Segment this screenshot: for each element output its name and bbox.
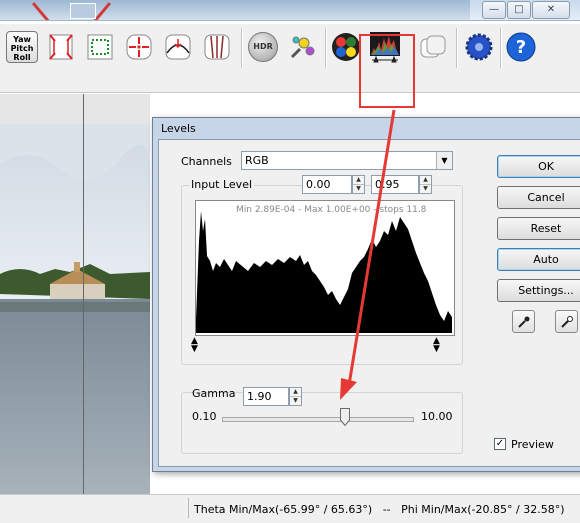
reset-button[interactable]: Reset	[497, 217, 580, 240]
status-theta-phi: Theta Min/Max(-65.99° / 65.63°) -- Phi M…	[194, 503, 565, 516]
vertical-lines-button[interactable]	[199, 29, 235, 65]
minimize-button[interactable]: —	[482, 1, 506, 19]
gamma-group	[181, 392, 463, 454]
channels-value: RGB	[245, 154, 269, 167]
titlebar-thumbnail	[0, 0, 470, 20]
hdr-icon: HDR	[248, 32, 278, 62]
toolbar-separator	[500, 28, 502, 68]
status-bar: Theta Min/Max(-65.99° / 65.63°) -- Phi M…	[0, 494, 580, 523]
color-picker-button[interactable]	[284, 29, 320, 65]
blend-button[interactable]	[415, 29, 451, 65]
close-button[interactable]: ✕	[532, 1, 570, 19]
toolbar-separator	[456, 28, 458, 68]
panorama-preview[interactable]	[0, 94, 150, 494]
toolbar-separator	[325, 28, 327, 68]
white-point-handle[interactable]: ▲ ▼	[433, 337, 440, 354]
eyedropper-icon	[560, 315, 573, 328]
white-pipette-button[interactable]	[555, 310, 578, 333]
gamma-field[interactable]: 1.90	[243, 387, 289, 406]
settings-button[interactable]: Settings...	[497, 279, 580, 302]
preview-label: Preview	[511, 438, 554, 451]
black-point-handle[interactable]: ▲ ▼	[191, 337, 198, 354]
gamma-label: Gamma	[192, 387, 236, 400]
eyedropper-icon	[517, 316, 529, 328]
channels-select[interactable]: RGB ▼	[241, 151, 453, 170]
maximize-button[interactable]: □	[507, 1, 531, 19]
input-max-field[interactable]: 0.95	[371, 175, 419, 194]
color-balance-icon	[332, 33, 360, 61]
straighten-horizon-button[interactable]	[160, 29, 196, 65]
help-button[interactable]: ?	[503, 29, 539, 65]
vertical-lines-icon	[204, 34, 230, 60]
color-picker-icon	[290, 36, 315, 59]
dialog-client: Channels RGB ▼ Input Level 0.00 ▲ ▼ 0.95 …	[158, 139, 580, 467]
status-divider	[188, 498, 189, 518]
histogram: Min 2.89E-04 - Max 1.00E+00 - stops 11.8	[195, 200, 455, 336]
blend-icon	[420, 35, 446, 58]
straighten-horizon-icon	[165, 34, 191, 60]
cancel-button[interactable]: Cancel	[497, 186, 580, 209]
black-pipette-button[interactable]	[512, 310, 535, 333]
titlebar-strip: — □ ✕	[0, 0, 580, 21]
center-point-icon	[126, 34, 152, 60]
guide-line[interactable]	[83, 94, 84, 494]
crop-button[interactable]	[82, 29, 118, 65]
center-point-button[interactable]	[121, 29, 157, 65]
help-icon: ?	[506, 32, 536, 62]
fit-horizontal-button[interactable]	[43, 29, 79, 65]
input-min-spinner[interactable]: ▲ ▼	[352, 175, 365, 194]
dialog-title: Levels	[161, 122, 196, 135]
channels-label: Channels	[181, 155, 232, 168]
hdr-button[interactable]: HDR	[245, 29, 281, 65]
panorama-image	[0, 124, 150, 494]
gamma-slider-track[interactable]	[222, 417, 414, 422]
ok-button[interactable]: OK	[497, 155, 580, 178]
levels-dialog: Levels Channels RGB ▼ Input Level 0.00 ▲…	[152, 117, 580, 472]
chevron-down-icon: ▼	[436, 152, 452, 169]
levels-highlight-box	[359, 34, 415, 108]
input-max-spinner[interactable]: ▲ ▼	[419, 175, 432, 194]
toolbar-separator	[241, 28, 243, 68]
fit-horizontal-icon	[49, 34, 73, 60]
histogram-stats: Min 2.89E-04 - Max 1.00E+00 - stops 11.8	[236, 205, 427, 215]
gamma-slider-thumb[interactable]	[340, 408, 350, 426]
yaw-pitch-roll-button[interactable]: Yaw Pitch Roll	[4, 29, 40, 65]
settings-gear-button[interactable]	[461, 29, 497, 65]
gamma-spinner[interactable]: ▲ ▼	[289, 387, 302, 406]
gamma-max-label: 10.00	[421, 410, 453, 423]
input-level-label: Input Level	[189, 178, 255, 191]
auto-button[interactable]: Auto	[497, 248, 580, 271]
gamma-min-label: 0.10	[192, 410, 217, 423]
preview-checkbox[interactable]: ✓	[494, 438, 506, 450]
yaw-pitch-roll-icon: Yaw Pitch Roll	[6, 31, 38, 63]
preview-background	[0, 94, 150, 124]
settings-gear-icon	[465, 33, 493, 61]
crop-icon	[87, 34, 113, 60]
input-min-field[interactable]: 0.00	[302, 175, 352, 194]
svg-text:?: ?	[516, 37, 526, 58]
